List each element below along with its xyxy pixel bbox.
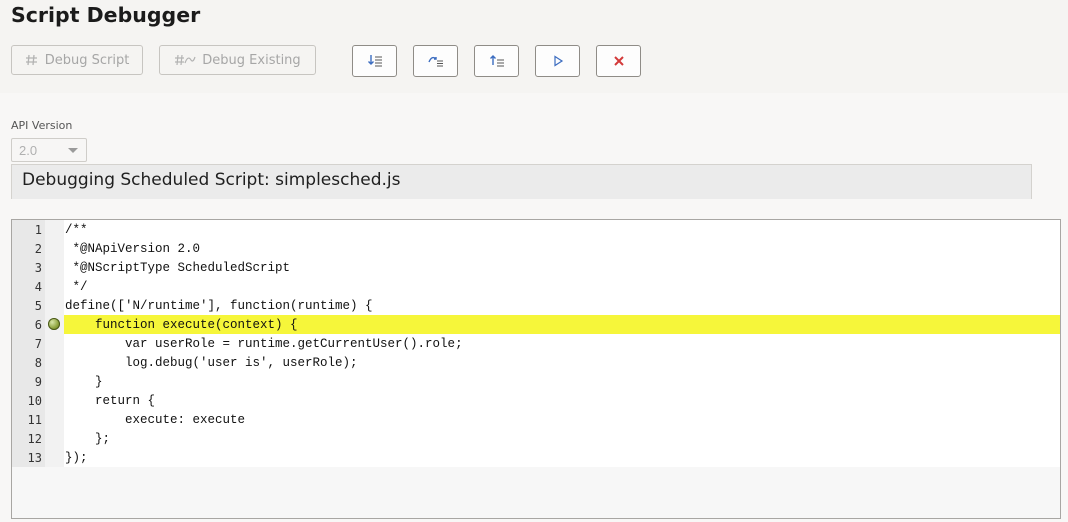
line-number: 5 — [34, 299, 42, 313]
line-number: 12 — [27, 432, 42, 446]
line-number: 10 — [27, 394, 42, 408]
stop-icon — [613, 56, 624, 66]
step-out-button[interactable] — [474, 45, 519, 77]
api-version-select[interactable]: 2.0 — [11, 138, 87, 162]
code-line: log.debug('user is', userRole); — [65, 356, 358, 370]
step-into-icon — [367, 55, 382, 67]
debug-script-icon — [25, 54, 37, 66]
line-number: 9 — [34, 375, 42, 389]
debug-existing-label: Debug Existing — [202, 52, 301, 68]
debug-existing-icon — [175, 54, 196, 66]
line-number: 3 — [34, 261, 42, 275]
stop-button[interactable] — [596, 45, 641, 77]
code-line: return { — [65, 394, 156, 408]
code-line: *@NApiVersion 2.0 — [65, 242, 201, 256]
step-into-button[interactable] — [352, 45, 397, 77]
step-over-icon — [427, 56, 443, 67]
code-line: }); — [65, 451, 88, 465]
code-line: function execute(context) { — [65, 318, 298, 332]
code-editor[interactable]: 1 /** 2 *@NApiVersion 2.0 3 *@NScriptType S… — [11, 219, 1061, 519]
line-number: 7 — [34, 337, 42, 351]
code-line: execute: execute — [65, 413, 246, 427]
line-number: 6 — [34, 318, 42, 332]
page-title: Script Debugger — [11, 3, 201, 27]
play-icon — [553, 55, 563, 67]
current-line-marker-icon — [48, 318, 60, 330]
step-out-icon — [489, 55, 504, 67]
code-line: } — [65, 375, 103, 389]
step-over-button[interactable] — [413, 45, 458, 77]
run-button[interactable] — [535, 45, 580, 77]
line-number: 13 — [27, 451, 42, 465]
line-number: 4 — [34, 280, 42, 294]
line-number: 1 — [34, 223, 42, 237]
chevron-down-icon — [68, 148, 78, 153]
debug-script-button[interactable]: Debug Script — [11, 45, 143, 75]
api-version-label: API Version — [11, 119, 73, 132]
api-version-value: 2.0 — [19, 143, 38, 158]
debug-existing-button[interactable]: Debug Existing — [159, 45, 316, 75]
marker-gutter[interactable] — [45, 220, 64, 467]
code-line: /** — [65, 223, 88, 237]
line-number: 2 — [34, 242, 42, 256]
debug-status-banner: Debugging Scheduled Script: simplesched.… — [11, 164, 1032, 199]
code-line: */ — [65, 280, 88, 294]
line-number: 11 — [27, 413, 42, 427]
line-number: 8 — [34, 356, 42, 370]
debug-script-label: Debug Script — [44, 52, 130, 68]
code-line: define(['N/runtime'], function(runtime) … — [65, 299, 373, 313]
code-line: }; — [65, 432, 111, 446]
code-line: *@NScriptType ScheduledScript — [65, 261, 291, 275]
code-line: var userRole = runtime.getCurrentUser().… — [65, 337, 463, 351]
